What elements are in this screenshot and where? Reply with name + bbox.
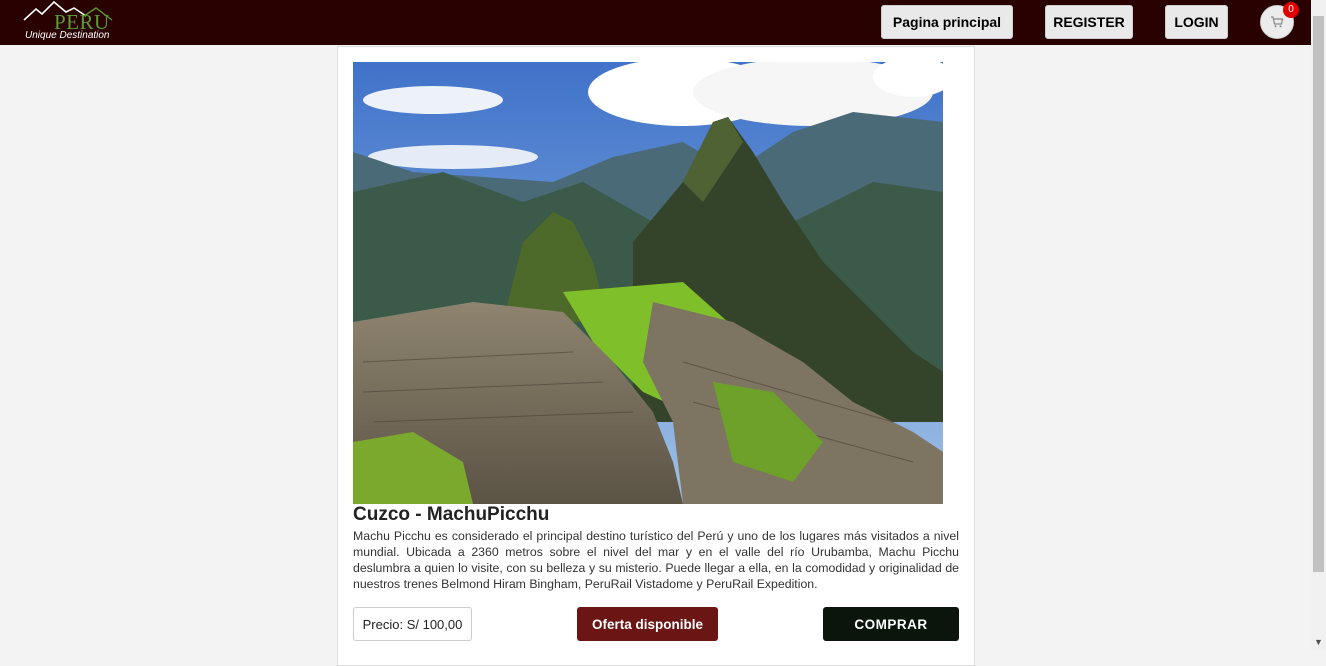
- offer-available-button[interactable]: Oferta disponible: [577, 607, 718, 641]
- brand-tagline: Unique Destination: [25, 30, 110, 41]
- product-image: [353, 62, 943, 504]
- cart-icon: [1271, 16, 1284, 28]
- register-button[interactable]: REGISTER: [1045, 5, 1133, 39]
- top-navbar: PERU Unique Destination Pagina principal…: [0, 0, 1311, 45]
- price-field: Precio: S/ 100,00: [353, 607, 472, 641]
- buy-button[interactable]: COMPRAR: [823, 607, 959, 641]
- brand-logo[interactable]: PERU Unique Destination: [22, 0, 118, 44]
- vertical-scrollbar[interactable]: ▼: [1311, 0, 1326, 650]
- home-button[interactable]: Pagina principal: [881, 5, 1013, 39]
- login-button[interactable]: LOGIN: [1165, 5, 1228, 39]
- product-title: Cuzco - MachuPicchu: [353, 504, 550, 525]
- product-description: Machu Picchu es considerado el principal…: [353, 529, 959, 591]
- scroll-down-arrow-icon[interactable]: ▼: [1314, 638, 1323, 647]
- cart-count-badge: 0: [1283, 2, 1299, 18]
- cart-button[interactable]: 0: [1260, 2, 1299, 39]
- scrollbar-thumb[interactable]: [1313, 16, 1324, 572]
